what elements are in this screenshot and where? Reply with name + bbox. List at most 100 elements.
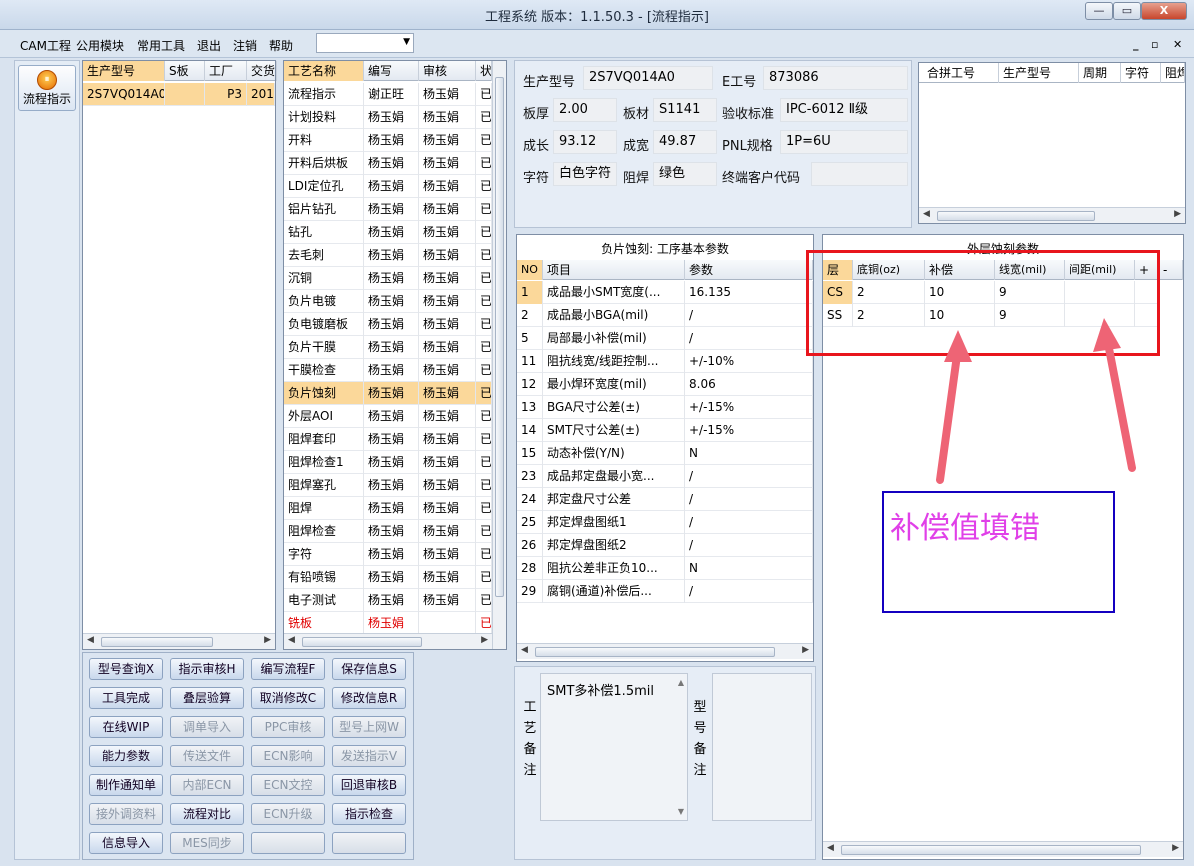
action-button[interactable]: 传送文件 <box>170 745 244 767</box>
table-row[interactable]: 负片蚀刻 杨玉娟 杨玉娟已 <box>284 382 492 405</box>
col-header[interactable]: 生产型号 <box>999 63 1079 83</box>
action-button[interactable]: 内部ECN <box>170 774 244 796</box>
cell-param[interactable]: / <box>685 580 813 603</box>
table-row[interactable]: 去毛刺 杨玉娟 杨玉娟已 <box>284 244 492 267</box>
table-row[interactable]: 13 BGA尺寸公差(±) +/-15% <box>517 396 813 419</box>
cell-param[interactable]: 16.135 <box>685 281 813 304</box>
scroll-thumb[interactable] <box>535 647 775 657</box>
col-header[interactable]: 工艺名称 <box>284 61 364 81</box>
action-button[interactable]: 信息导入 <box>89 832 163 854</box>
field-acceptance[interactable]: IPC-6012 Ⅱ级 <box>780 98 908 122</box>
action-button[interactable]: 接外调资料 <box>89 803 163 825</box>
table-row[interactable]: 5 局部最小补偿(mil) / <box>517 327 813 350</box>
cell-param[interactable]: / <box>685 327 813 350</box>
table-row[interactable]: 钻孔 杨玉娟 杨玉娟已 <box>284 221 492 244</box>
table-row[interactable]: 1 成品最小SMT宽度(... 16.135 <box>517 281 813 304</box>
table-row[interactable]: LDI定位孔 杨玉娟 杨玉娟已 <box>284 175 492 198</box>
table-row[interactable]: 11 阻抗线宽/线距控制... +/-10% <box>517 350 813 373</box>
action-button[interactable]: 指示检查 <box>332 803 406 825</box>
table-row[interactable]: 阻焊 杨玉娟 杨玉娟已 <box>284 497 492 520</box>
cell-param[interactable]: N <box>685 442 813 465</box>
table-row[interactable]: 28 阻抗公差非正负10... N <box>517 557 813 580</box>
cell-param[interactable]: +/-10% <box>685 350 813 373</box>
table-row[interactable]: 干膜检查 杨玉娟 杨玉娟已 <box>284 359 492 382</box>
table-row[interactable]: 有铅喷锡 杨玉娟 杨玉娟已 <box>284 566 492 589</box>
table-row[interactable]: 26 邦定焊盘图纸2/ <box>517 534 813 557</box>
table-row[interactable]: 字符 杨玉娟 杨玉娟已 <box>284 543 492 566</box>
table-row[interactable]: 29 腐铜(通道)补偿后... / <box>517 580 813 603</box>
table-row[interactable]: 电子测试 杨玉娟 杨玉娟已 <box>284 589 492 612</box>
menu-tools[interactable]: 常用工具 <box>137 37 185 54</box>
model-grid-hscroll[interactable]: ◀ ▶ <box>83 633 275 649</box>
table-row[interactable]: 铝片钻孔 杨玉娟 杨玉娟已 <box>284 198 492 221</box>
action-button[interactable]: 工具完成 <box>89 687 163 709</box>
process-grid-hscroll[interactable]: ◀ ▶ <box>284 633 492 649</box>
action-button[interactable]: 指示审核H <box>170 658 244 680</box>
field-thickness[interactable]: 2.00 <box>553 98 617 122</box>
process-remark-box[interactable]: SMT多补偿1.5mil ▲ ▼ <box>540 673 688 821</box>
action-button[interactable]: 制作通知单 <box>89 774 163 796</box>
field-length[interactable]: 93.12 <box>553 130 617 154</box>
remove-row-button[interactable]: - <box>1159 260 1183 280</box>
table-row[interactable]: 2S7VQ014A0 P3 2016 <box>83 83 275 106</box>
model-remark-box[interactable] <box>712 673 812 821</box>
col-header[interactable]: NO <box>517 260 543 280</box>
minimize-button[interactable]: — <box>1085 2 1113 20</box>
field-pnl[interactable]: 1P=6U <box>780 130 908 154</box>
field-customer-code[interactable] <box>811 162 908 186</box>
col-header[interactable]: 合拼工号 <box>919 63 999 83</box>
col-header[interactable]: 项目 <box>543 260 685 280</box>
menu-combo[interactable]: ▼ <box>316 33 414 53</box>
action-button[interactable] <box>251 832 325 854</box>
field-width[interactable]: 49.87 <box>653 130 717 154</box>
table-row[interactable]: 负片干膜 杨玉娟 杨玉娟已 <box>284 336 492 359</box>
etch-params-hscroll[interactable]: ◀ ▶ <box>823 841 1183 857</box>
cell-param[interactable]: N <box>685 557 813 580</box>
table-row[interactable]: 沉铜 杨玉娟 杨玉娟已 <box>284 267 492 290</box>
scroll-thumb[interactable] <box>101 637 213 647</box>
menu-cam[interactable]: CAM工程 <box>20 37 71 54</box>
action-button[interactable]: ECN文控 <box>251 774 325 796</box>
action-button[interactable]: 保存信息S <box>332 658 406 680</box>
cell-param[interactable]: / <box>685 534 813 557</box>
field-material[interactable]: S1141 <box>653 98 717 122</box>
table-row[interactable]: 负电镀磨板 杨玉娟 杨玉娟已 <box>284 313 492 336</box>
table-row[interactable]: 阻焊检查1 杨玉娟 杨玉娟已 <box>284 451 492 474</box>
action-button[interactable]: 调单导入 <box>170 716 244 738</box>
close-button[interactable]: X <box>1141 2 1187 20</box>
table-row[interactable]: 阻焊检查 杨玉娟 杨玉娟已 <box>284 520 492 543</box>
field-e-number[interactable]: 873086 <box>763 66 908 90</box>
action-button[interactable]: 型号上网W <box>332 716 406 738</box>
field-model[interactable]: 2S7VQ014A0 <box>583 66 713 90</box>
table-row[interactable]: 负片电镀 杨玉娟 杨玉娟已 <box>284 290 492 313</box>
restore-button[interactable]: ▭ <box>1113 2 1141 20</box>
action-button[interactable]: 回退审核B <box>332 774 406 796</box>
table-row[interactable]: 23 成品邦定盘最小宽... / <box>517 465 813 488</box>
cell-param[interactable]: / <box>685 511 813 534</box>
table-row[interactable]: 15 动态补偿(Y/N) N <box>517 442 813 465</box>
action-button[interactable] <box>332 832 406 854</box>
mdi-restore-button[interactable]: ▫ <box>1151 38 1158 51</box>
table-row[interactable]: 25 邦定焊盘图纸1/ <box>517 511 813 534</box>
scroll-thumb[interactable] <box>937 211 1095 221</box>
table-row[interactable]: 计划投料 杨玉娟 杨玉娟已 <box>284 106 492 129</box>
cell-param[interactable]: / <box>685 465 813 488</box>
table-row[interactable]: 阻焊塞孔 杨玉娟 杨玉娟已 <box>284 474 492 497</box>
field-legend[interactable]: 白色字符 <box>553 162 617 186</box>
table-row[interactable]: 开料后烘板 杨玉娟 杨玉娟已 <box>284 152 492 175</box>
col-header[interactable]: 字符 <box>1121 63 1161 83</box>
menu-help[interactable]: 帮助 <box>269 37 293 54</box>
table-row[interactable]: 流程指示 谢正旺 杨玉娟已 <box>284 83 492 106</box>
col-header[interactable]: 周期 <box>1079 63 1121 83</box>
action-button[interactable]: 取消修改C <box>251 687 325 709</box>
menu-logout[interactable]: 注销 <box>233 37 257 54</box>
col-header[interactable]: 参数 <box>685 260 813 280</box>
mdi-minimize-button[interactable]: _ <box>1133 38 1139 51</box>
col-header[interactable]: 生产型号 <box>83 61 165 81</box>
table-row[interactable]: 24 邦定盘尺寸公差 / <box>517 488 813 511</box>
menu-exit[interactable]: 退出 <box>197 37 221 54</box>
col-header[interactable]: 交货 <box>247 61 277 81</box>
table-row[interactable]: 2 成品最小BGA(mil) / <box>517 304 813 327</box>
table-row[interactable]: 外层AOI 杨玉娟 杨玉娟已 <box>284 405 492 428</box>
action-button[interactable]: 编写流程F <box>251 658 325 680</box>
